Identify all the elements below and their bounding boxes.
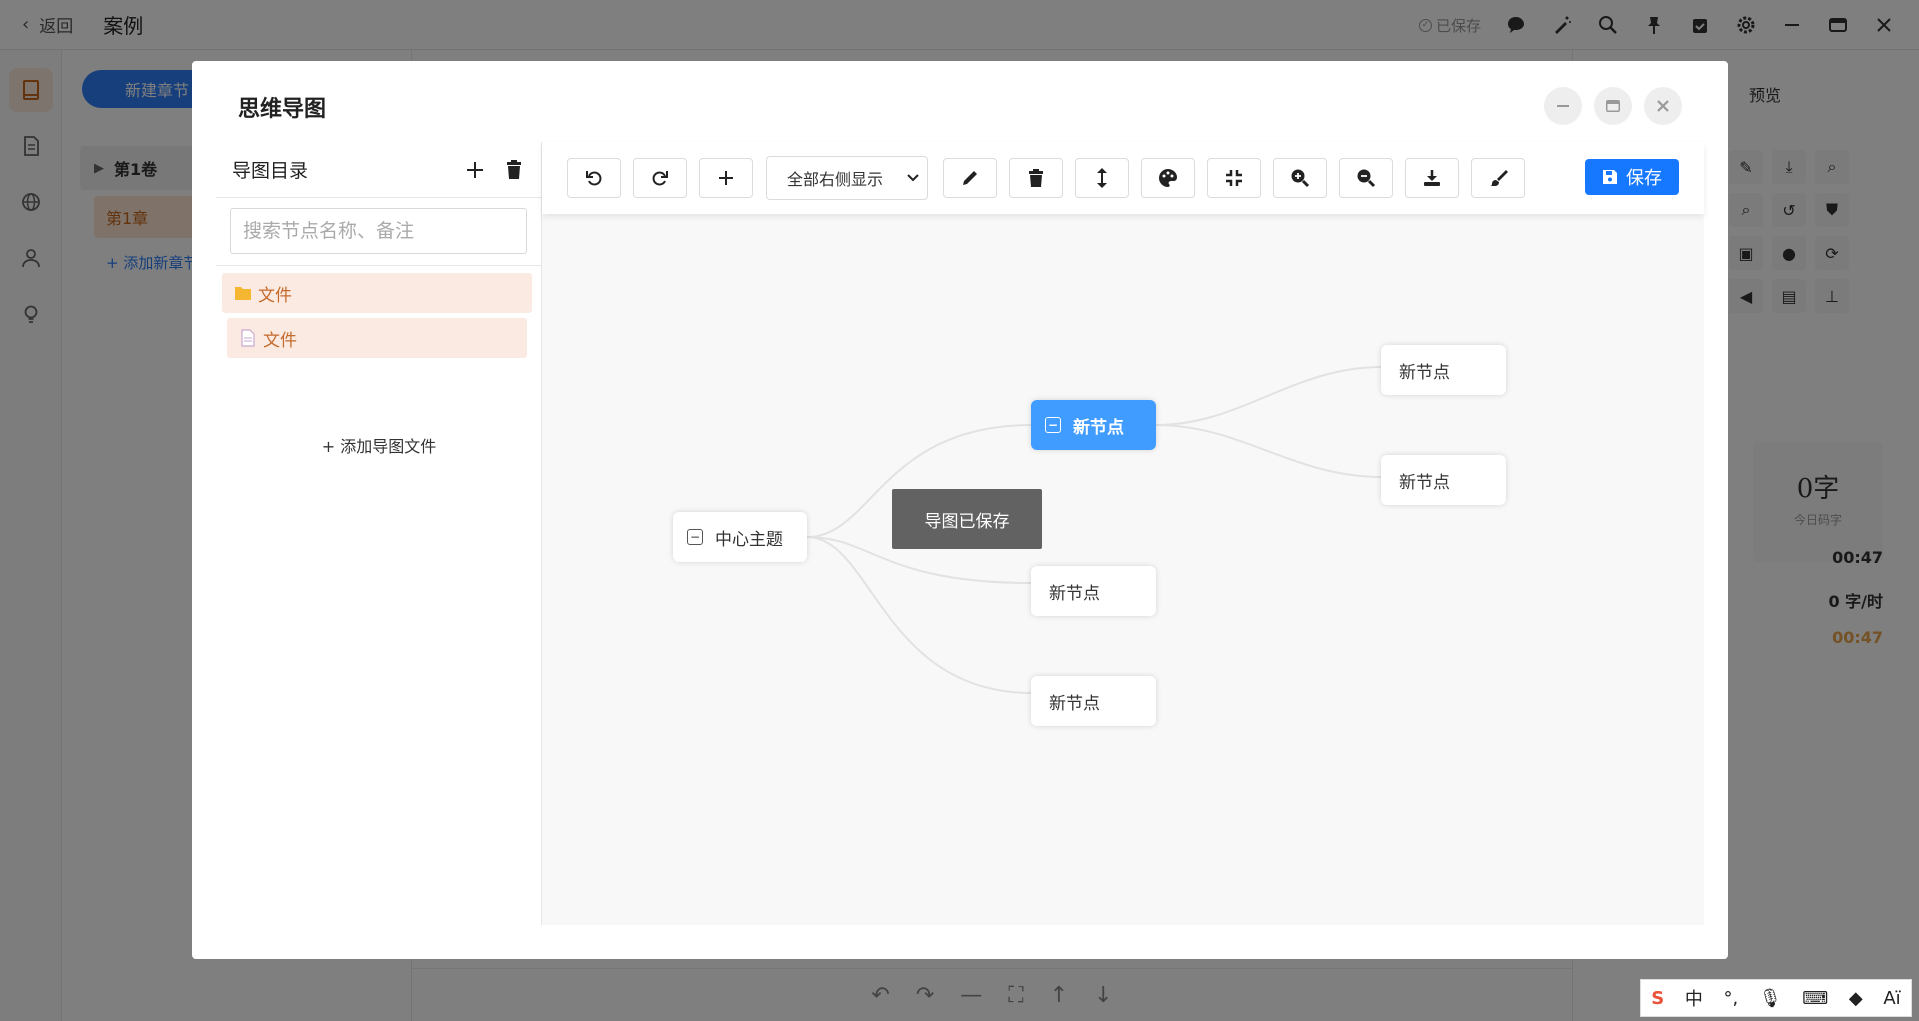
- undo-icon: [586, 171, 602, 186]
- connector-root-child3: [806, 536, 1033, 694]
- tree-search-wrap: [216, 198, 541, 266]
- mindmap-dialog: 思维导图 导图目录 文件 文件 + 添加导图文件: [192, 61, 1728, 959]
- mindmap-node[interactable]: 新节点: [1381, 455, 1506, 505]
- zoom-in-icon: [1291, 169, 1310, 188]
- root-label: 中心主题: [715, 529, 783, 550]
- zoom-in-button[interactable]: [1273, 158, 1327, 198]
- node-label: 新节点: [1049, 583, 1100, 604]
- mindmap-node[interactable]: 新节点: [1031, 566, 1156, 616]
- layout-option-label: 全部右侧显示: [787, 170, 884, 189]
- palette-icon: [1159, 169, 1177, 187]
- mindmap-toolbar: 全部右侧显示 保存: [542, 142, 1704, 214]
- chevron-down-icon: [907, 174, 919, 182]
- zoom-out-icon: [1357, 169, 1376, 188]
- save-button[interactable]: 保存: [1585, 159, 1679, 195]
- download-icon: [1424, 170, 1440, 186]
- tree-title: 导图目录: [232, 160, 309, 182]
- mindmap-node[interactable]: 新节点: [1381, 345, 1506, 395]
- redo-icon: [652, 171, 668, 186]
- microphone-icon[interactable]: 🎙: [1759, 988, 1782, 1009]
- layout-select[interactable]: 全部右侧显示: [766, 156, 928, 200]
- tree-file-item[interactable]: 文件: [227, 318, 527, 358]
- trash-icon: [1029, 169, 1043, 187]
- connector-child1-grand2: [1155, 424, 1383, 478]
- close-icon: [1657, 100, 1669, 112]
- save-icon: [1603, 170, 1617, 184]
- node-label: 新节点: [1399, 362, 1450, 383]
- export-button[interactable]: [1405, 158, 1459, 198]
- collapse-icon[interactable]: −: [687, 529, 703, 545]
- plus-icon[interactable]: [465, 160, 485, 180]
- file-label: 文件: [263, 330, 297, 351]
- edit-node-button[interactable]: [943, 158, 997, 198]
- delete-node-button[interactable]: [1009, 158, 1063, 198]
- dialog-minimize-button[interactable]: [1544, 87, 1582, 125]
- ime-mode[interactable]: 中: [1685, 985, 1703, 1011]
- saved-toast: 导图已保存: [892, 489, 1042, 549]
- arrows-vertical-icon: [1097, 168, 1107, 188]
- maximize-icon: [1606, 100, 1620, 112]
- folder-icon: [235, 287, 251, 300]
- minimize-icon: [1557, 105, 1569, 107]
- save-label: 保存: [1626, 168, 1662, 189]
- dialog-close-button[interactable]: [1644, 87, 1682, 125]
- mindmap-canvas[interactable]: − 中心主题 − 新节点 新节点 新节点 新节点 新节点 导图已保存: [542, 214, 1704, 925]
- tree-header: 导图目录: [216, 142, 541, 198]
- mindmap-tree-panel: 导图目录 文件 文件 + 添加导图文件: [216, 142, 542, 925]
- folder-label: 文件: [258, 285, 292, 306]
- fit-view-button[interactable]: [1207, 158, 1261, 198]
- node-label: 新节点: [1399, 472, 1450, 493]
- pencil-icon: [963, 171, 977, 185]
- node-label: 新节点: [1073, 417, 1124, 438]
- mindmap-area: 全部右侧显示 保存 − 中心主题 − 新节点 新节点 新节点 新节点 新节点 导…: [542, 142, 1704, 925]
- compress-icon: [1226, 170, 1242, 186]
- undo-button[interactable]: [567, 158, 621, 198]
- add-mindmap-file-link[interactable]: + 添加导图文件: [216, 433, 542, 457]
- dialog-maximize-button[interactable]: [1594, 87, 1632, 125]
- node-label: 新节点: [1049, 693, 1100, 714]
- dialog-title: 思维导图: [238, 97, 327, 122]
- format-brush-button[interactable]: [1471, 158, 1525, 198]
- skin-icon[interactable]: ◆: [1849, 988, 1863, 1009]
- brush-icon: [1490, 170, 1508, 186]
- redo-button[interactable]: [633, 158, 687, 198]
- zoom-out-button[interactable]: [1339, 158, 1393, 198]
- tree-search-input[interactable]: [230, 208, 527, 254]
- connector-child1-grand1: [1155, 366, 1383, 426]
- keyboard-icon[interactable]: ⌨: [1802, 988, 1828, 1009]
- mindmap-node[interactable]: 新节点: [1031, 676, 1156, 726]
- vertical-layout-button[interactable]: [1075, 158, 1129, 198]
- punctuation-icon[interactable]: °,: [1723, 988, 1738, 1009]
- theme-button[interactable]: [1141, 158, 1195, 198]
- plus-icon: [719, 171, 733, 185]
- tree-folder-item[interactable]: 文件: [222, 273, 532, 313]
- trash-icon[interactable]: [505, 160, 523, 180]
- file-icon: [241, 329, 255, 347]
- tree-actions: [465, 142, 523, 198]
- collapse-icon[interactable]: −: [1045, 417, 1061, 433]
- sogou-logo-icon[interactable]: S: [1651, 988, 1664, 1009]
- mindmap-root-node[interactable]: − 中心主题: [673, 512, 807, 562]
- ai-icon[interactable]: Aï: [1883, 988, 1900, 1009]
- mindmap-node-selected[interactable]: − 新节点: [1031, 400, 1156, 450]
- add-node-button[interactable]: [699, 158, 753, 198]
- ime-toolbar: S 中 °, 🎙 ⌨ ◆ Aï: [1640, 979, 1912, 1017]
